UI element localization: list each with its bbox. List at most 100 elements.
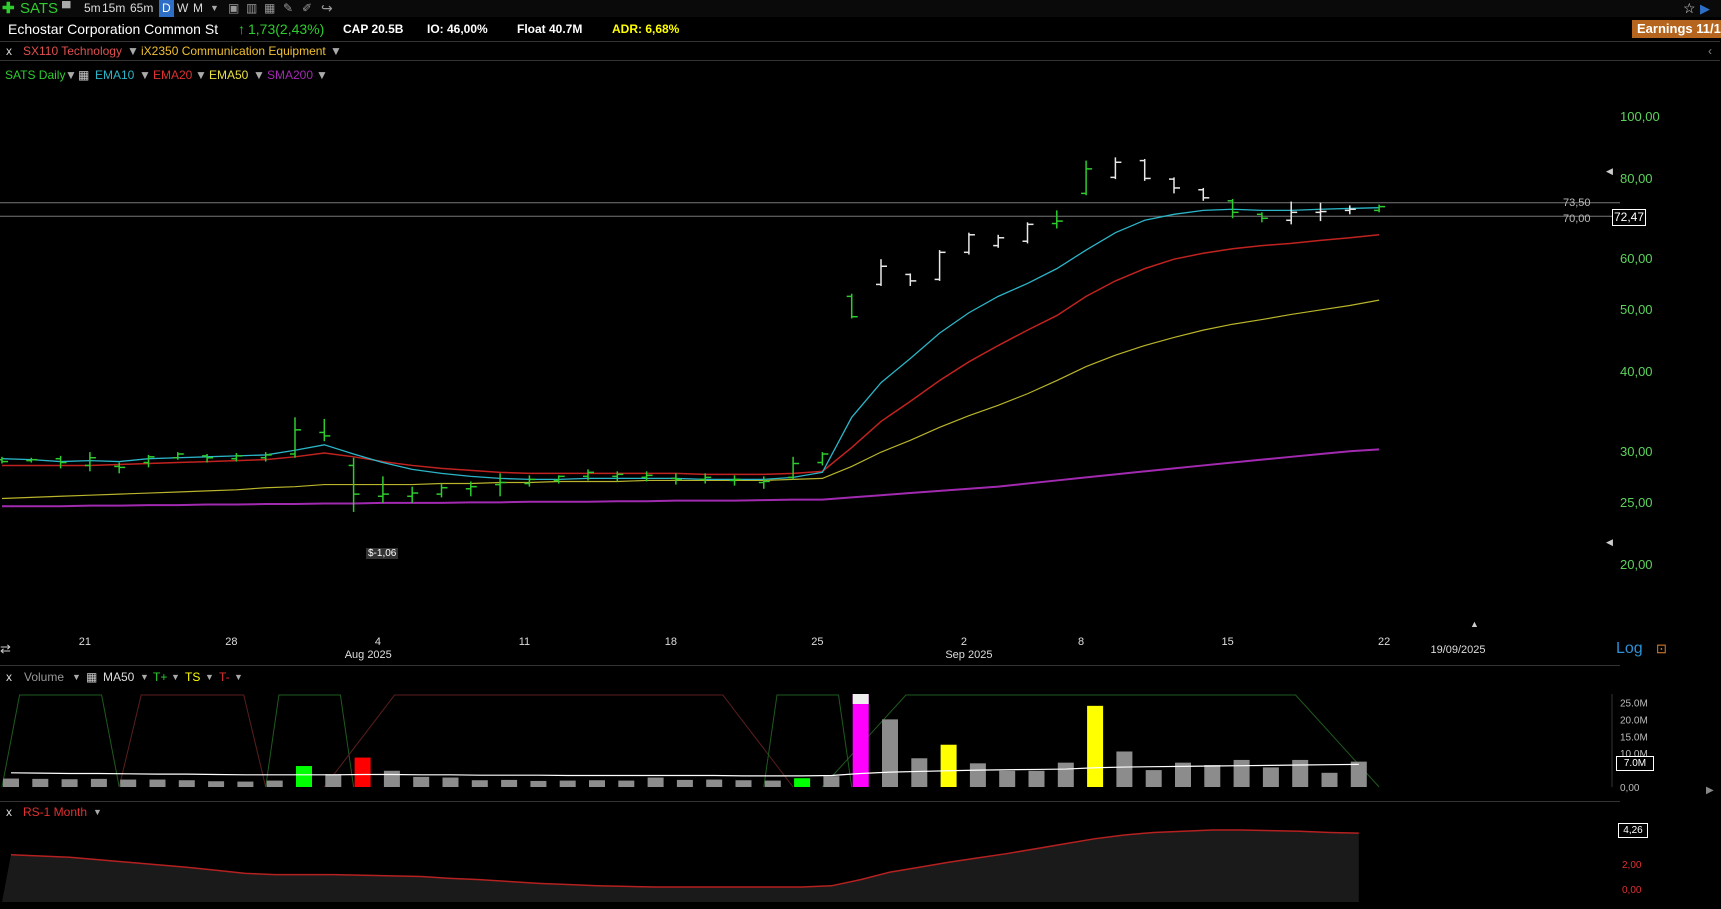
earnings-badge[interactable]: Earnings 11/1 (1632, 20, 1721, 38)
tplus-label[interactable]: T+ (153, 670, 167, 684)
ma50-dropdown-icon[interactable]: ▼ (140, 672, 149, 682)
star-icon[interactable]: ☆ (1683, 0, 1696, 17)
timeframe-weekly[interactable]: W (177, 0, 188, 17)
log-scale-toggle[interactable]: Log (1616, 640, 1643, 658)
volume-bar (1145, 770, 1162, 787)
ohlc-bar (993, 234, 1005, 248)
volume-bar (471, 780, 488, 787)
ts-label[interactable]: TS (185, 670, 200, 684)
scroll-up-icon[interactable]: ◀ (1606, 166, 1613, 177)
grid-icon[interactable]: ▦ (264, 0, 275, 17)
ohlc-bar (758, 476, 770, 489)
volume-scroll-icon[interactable]: ▶ (1706, 785, 1714, 796)
x-axis-day-tick: 18 (665, 636, 677, 648)
volume-current-badge: 7.0M (1616, 756, 1654, 771)
ohlc-bar (290, 417, 301, 458)
tminus-dropdown-icon[interactable]: ▼ (234, 672, 243, 682)
panel-divider[interactable] (0, 665, 1620, 666)
rs-current-badge: 4,26 (1618, 823, 1648, 838)
volume-bar (32, 778, 49, 787)
timeframe-dropdown-icon[interactable]: ▼ (210, 0, 219, 17)
brush-icon[interactable]: ✐ (302, 0, 312, 17)
rs-chart[interactable]: 2,00 0,00 (0, 810, 1721, 909)
volume-close-button[interactable]: x (6, 670, 12, 684)
volume-bar (501, 779, 518, 787)
timeframe-15m[interactable]: 15m (102, 0, 125, 17)
timeframe-5m[interactable]: 5m (84, 0, 101, 17)
x-axis-day-tick: 2 (961, 636, 967, 648)
volume-bar (61, 779, 78, 787)
ohlc-bar (934, 250, 946, 281)
price-change-arrow-icon: ↑ (238, 21, 245, 37)
volume-dropdown-icon[interactable]: ▼ (72, 672, 81, 682)
volume-bar (999, 770, 1016, 787)
industry-label[interactable]: iX2350 Communication Equipment (141, 42, 326, 60)
ohlc-bar (172, 452, 184, 460)
share-icon[interactable]: ↪ (321, 0, 333, 17)
ohlc-bar (846, 293, 858, 319)
timeframe-daily[interactable]: D (159, 0, 174, 17)
volume-axis-tick: 25.0M (1620, 698, 1648, 709)
panel-divider-2[interactable] (0, 801, 1620, 802)
volume-bar (1233, 759, 1250, 787)
volume-label[interactable]: Volume (24, 670, 64, 684)
rs-axis-tick: 0,00 (1622, 885, 1642, 896)
volume-bar (794, 778, 811, 787)
level-label-lower: 70,00 (1563, 213, 1591, 225)
price-chart[interactable]: 100,00 80,00 60,00 50,00 40,00 30,00 25,00 20,0… (0, 60, 1721, 665)
tplus-dropdown-icon[interactable]: ▼ (171, 672, 180, 682)
add-symbol-icon[interactable]: ✚ (2, 0, 15, 17)
volume-chart[interactable]: 25.0M20.0M15.0M10.0M0,00 (0, 686, 1721, 800)
rs-axis-tick: 2,00 (1622, 860, 1642, 871)
volume-bar (3, 778, 19, 787)
volume-legend: x Volume ▼ ▦ MA50 ▼ T+ ▼ TS ▼ T- ▼ (0, 670, 400, 686)
ma50-label[interactable]: MA50 (103, 670, 134, 684)
bars-icon[interactable]: ▥ (246, 0, 257, 17)
market-cap: CAP 20.5B (343, 22, 404, 36)
ts-dropdown-icon[interactable]: ▼ (205, 672, 214, 682)
ohlc-bar (1286, 201, 1298, 225)
top-toolbar: ✚ SATS ▀ 5m 15m 65m D W M ▼ ▣ ▥ ▦ ✎ ✐ ↪ … (0, 0, 1721, 17)
industry-dropdown-icon[interactable]: ▼ (330, 42, 342, 60)
ema10-line (1, 207, 1380, 481)
tc-icon[interactable]: ▣ (228, 0, 239, 17)
tminus-label[interactable]: T- (219, 670, 230, 684)
ohlc-bar (55, 455, 67, 469)
flag-icon[interactable]: ▶ (1700, 0, 1710, 17)
symbol-input[interactable]: SATS (20, 0, 58, 17)
price-axis-tick: 30,00 (1620, 444, 1653, 459)
x-axis-last-date: 19/09/2025 (1430, 644, 1485, 656)
lock-icon[interactable]: ⊡ (1656, 641, 1667, 657)
volume-bar (266, 780, 283, 787)
ohlc-bar (905, 273, 917, 286)
x-axis-day-tick: 22 (1378, 636, 1390, 648)
chart-type-icon[interactable]: ▀ (62, 0, 71, 17)
ohlc-bar (0, 456, 8, 464)
volume-bar (1028, 770, 1045, 787)
level-label-upper: 73,50 (1563, 197, 1591, 209)
sector-dropdown-icon[interactable]: ▼ (127, 42, 139, 60)
scroll-down-icon[interactable]: ◀ (1606, 537, 1613, 548)
scroll-horizontal-icon[interactable]: ⇄ (0, 641, 11, 657)
timeframe-65m[interactable]: 65m (130, 0, 153, 17)
ohlc-bar (436, 483, 448, 498)
volume-bar (764, 780, 781, 787)
dividend-marker[interactable]: $-1,06 (366, 548, 399, 559)
volume-bar (706, 779, 723, 787)
pencil-icon[interactable]: ✎ (283, 0, 293, 17)
collapse-icon[interactable]: ‹ (1708, 42, 1712, 60)
company-name: Echostar Corporation Common St (8, 21, 219, 37)
ohlc-bar (1081, 160, 1093, 196)
ohlc-bar (84, 452, 96, 472)
volume-table-icon[interactable]: ▦ (86, 670, 97, 684)
ohlc-bar (407, 486, 419, 503)
sector-close-button[interactable]: x (6, 42, 12, 60)
x-axis-day-tick: 25 (811, 636, 823, 648)
volume-bar (1262, 767, 1279, 787)
price-change: 1,73(2,43%) (248, 21, 325, 37)
sector-label[interactable]: SX110 Technology (23, 42, 122, 60)
ohlc-bar (524, 475, 536, 487)
ohlc-bar (1344, 205, 1356, 215)
timeframe-monthly[interactable]: M (193, 0, 203, 17)
volume-bar (735, 780, 752, 787)
